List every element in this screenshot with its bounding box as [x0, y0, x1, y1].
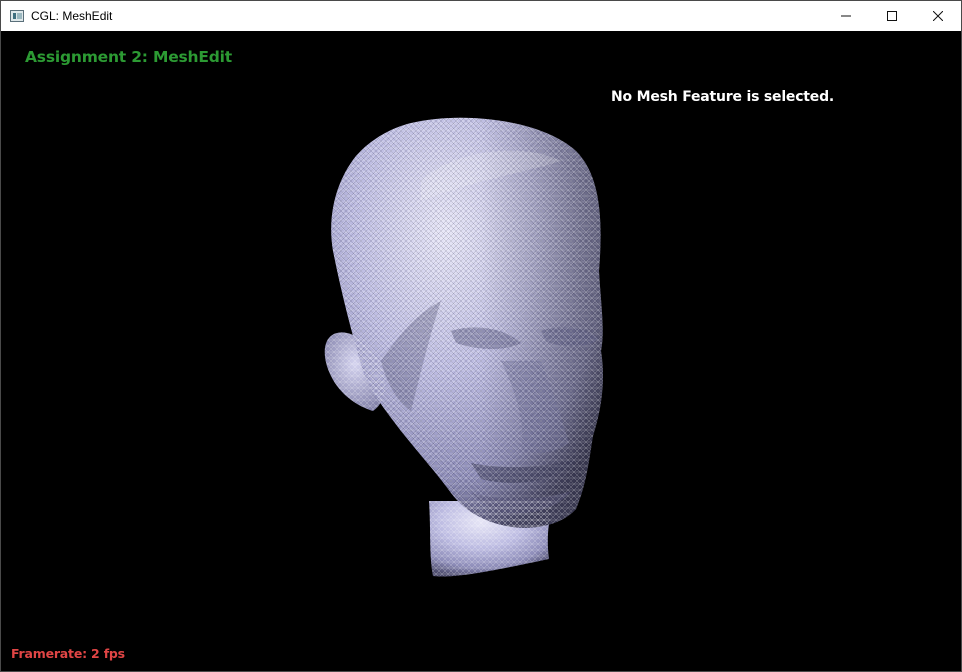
head-mesh[interactable]: [1, 31, 961, 671]
window-controls: [823, 1, 961, 31]
app-icon: [10, 10, 24, 22]
close-button[interactable]: [915, 1, 961, 31]
framerate-readout: Framerate: 2 fps: [11, 646, 125, 661]
minimize-icon: [841, 15, 851, 17]
maximize-button[interactable]: [869, 1, 915, 31]
maximize-icon: [887, 11, 897, 21]
window-title: CGL: MeshEdit: [31, 9, 113, 23]
assignment-title: Assignment 2: MeshEdit: [25, 48, 232, 66]
app-window: CGL: MeshEdit Assignment 2: MeshEdit No …: [0, 0, 962, 672]
title-bar[interactable]: CGL: MeshEdit: [1, 1, 961, 31]
selection-status: No Mesh Feature is selected.: [611, 89, 835, 105]
minimize-button[interactable]: [823, 1, 869, 31]
close-icon: [933, 11, 943, 21]
3d-viewport[interactable]: Assignment 2: MeshEdit No Mesh Feature i…: [1, 31, 961, 671]
